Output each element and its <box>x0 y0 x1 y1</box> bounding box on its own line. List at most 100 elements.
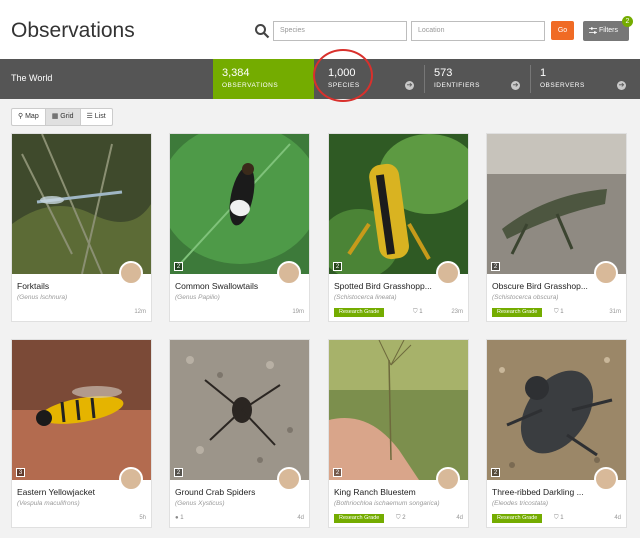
ids-icon: ⛉ <box>413 309 418 315</box>
observation-photo[interactable] <box>12 340 151 480</box>
observation-photo[interactable] <box>329 340 468 480</box>
identifications-count: ● 1 <box>175 515 184 521</box>
time-ago: 19m <box>292 309 304 315</box>
species-name[interactable]: Obscure Bird Grasshop... <box>492 281 592 291</box>
avatar[interactable] <box>119 261 143 285</box>
observation-photo[interactable] <box>487 340 626 480</box>
identifications-count: ⛉ 1 <box>554 309 564 316</box>
scientific-name: (Genus Xysticus) <box>175 500 225 507</box>
header: Observations Species Location Go Filters… <box>0 0 640 59</box>
ids-value: 1 <box>419 309 423 315</box>
stat-identifiers[interactable]: 573 IDENTIFIERS ➔ <box>425 59 526 99</box>
observation-card[interactable]: 2 Obscure Bird Grasshop... (Schistocerca… <box>486 133 627 322</box>
observation-photo[interactable] <box>170 134 309 274</box>
species-name[interactable]: Forktails <box>17 281 117 291</box>
stat-observations[interactable]: 3,384 OBSERVATIONS <box>213 59 314 99</box>
camera-icon: 2 <box>333 262 342 271</box>
camera-icon: 2 <box>333 468 342 477</box>
avatar[interactable] <box>119 467 143 491</box>
observers-label: OBSERVERS <box>540 82 585 89</box>
page-title: Observations <box>11 19 135 42</box>
sliders-icon <box>589 26 597 34</box>
highlight-circle <box>313 49 373 102</box>
comment-icon: ● <box>175 515 179 521</box>
place-name: The World <box>11 73 53 83</box>
avatar[interactable] <box>277 261 301 285</box>
observation-photo[interactable] <box>170 340 309 480</box>
observation-card[interactable]: Forktails (Genus Ischnura) 12m <box>11 133 152 322</box>
stat-observers[interactable]: 1 OBSERVERS ➔ <box>531 59 632 99</box>
map-marker-icon: ⚲ <box>18 113 24 120</box>
time-ago: 4d <box>297 515 304 521</box>
species-input[interactable]: Species <box>273 21 407 41</box>
avatar[interactable] <box>594 467 618 491</box>
species-name[interactable]: Spotted Bird Grasshopp... <box>334 281 434 291</box>
observation-photo[interactable] <box>12 134 151 274</box>
time-ago: 31m <box>609 309 621 315</box>
species-name[interactable]: King Ranch Bluestem <box>334 487 434 497</box>
observation-card[interactable]: 2 Ground Crab Spiders (Genus Xysticus) ●… <box>169 339 310 528</box>
identifications-count: ⛉ 1 <box>413 309 423 316</box>
observation-card[interactable]: 2 Common Swallowtails (Genus Papilio) 19… <box>169 133 310 322</box>
filters-count-badge: 2 <box>622 16 633 27</box>
observation-photo[interactable] <box>329 134 468 274</box>
list-view-button[interactable]: ☰ List <box>81 109 112 125</box>
scientific-name: (Genus Ischnura) <box>17 294 68 301</box>
research-grade-badge: Research Grade <box>492 308 543 317</box>
time-ago: 12m <box>134 309 146 315</box>
research-grade-badge: Research Grade <box>492 514 543 523</box>
time-ago: 4d <box>614 515 621 521</box>
scientific-name: (Genus Papilio) <box>175 294 220 301</box>
avatar[interactable] <box>436 467 460 491</box>
observation-card[interactable]: 3 Eastern Yellowjacket (Vespula maculifr… <box>11 339 152 528</box>
identifications-count: ⛉ 1 <box>554 515 564 522</box>
scientific-name: (Bothriochloa ischaemum songarica) <box>334 500 440 507</box>
camera-icon: 2 <box>491 468 500 477</box>
species-name[interactable]: Common Swallowtails <box>175 281 275 291</box>
observation-photo[interactable] <box>487 134 626 274</box>
camera-icon: 2 <box>491 262 500 271</box>
research-grade-badge: Research Grade <box>334 308 385 317</box>
camera-icon: 2 <box>174 262 183 271</box>
camera-icon: 3 <box>16 468 25 477</box>
scientific-name: (Vespula maculifrons) <box>17 500 80 507</box>
location-input[interactable]: Location <box>411 21 545 41</box>
observation-card[interactable]: 2 Spotted Bird Grasshopp... (Schistocerc… <box>328 133 469 322</box>
ids-value: 2 <box>402 515 406 521</box>
grid-view-label: Grid <box>60 113 74 120</box>
observation-card[interactable]: 2 Three-ribbed Darkling ... (Eleodes tri… <box>486 339 627 528</box>
grid-icon: ▦ <box>51 113 59 120</box>
view-toggle: ⚲ Map ▦ Grid ☰ List <box>11 108 113 126</box>
species-name[interactable]: Three-ribbed Darkling ... <box>492 487 592 497</box>
go-button[interactable]: Go <box>551 21 574 40</box>
avatar[interactable] <box>436 261 460 285</box>
ids-value: 1 <box>180 515 184 521</box>
grid-view-button[interactable]: ▦ Grid <box>45 109 81 125</box>
observers-count: 1 <box>540 67 547 79</box>
avatar[interactable] <box>594 261 618 285</box>
identifiers-label: IDENTIFIERS <box>434 82 480 89</box>
arrow-right-icon: ➔ <box>617 81 626 90</box>
scientific-name: (Eleodes tricostata) <box>492 500 548 507</box>
search-icon[interactable] <box>254 23 270 39</box>
scientific-name: (Schistocerca lineata) <box>334 294 397 301</box>
ids-icon: ⛉ <box>396 515 401 521</box>
arrow-right-icon: ➔ <box>511 81 520 90</box>
time-ago: 23m <box>451 309 463 315</box>
ids-value: 1 <box>560 515 564 521</box>
camera-icon: 2 <box>174 468 183 477</box>
map-view-button[interactable]: ⚲ Map <box>12 109 46 125</box>
observations-count: 3,384 <box>222 67 250 79</box>
species-name[interactable]: Eastern Yellowjacket <box>17 487 117 497</box>
ids-icon: ⛉ <box>554 515 559 521</box>
list-view-label: List <box>94 113 106 120</box>
scientific-name: (Schistocerca obscura) <box>492 294 559 301</box>
list-icon: ☰ <box>86 113 93 120</box>
avatar[interactable] <box>277 467 301 491</box>
species-name[interactable]: Ground Crab Spiders <box>175 487 275 497</box>
ids-icon: ⛉ <box>554 309 559 315</box>
time-ago: 5h <box>139 515 146 521</box>
filters-label: Filters <box>598 27 619 34</box>
observation-card[interactable]: 2 King Ranch Bluestem (Bothriochloa isch… <box>328 339 469 528</box>
time-ago: 4d <box>456 515 463 521</box>
